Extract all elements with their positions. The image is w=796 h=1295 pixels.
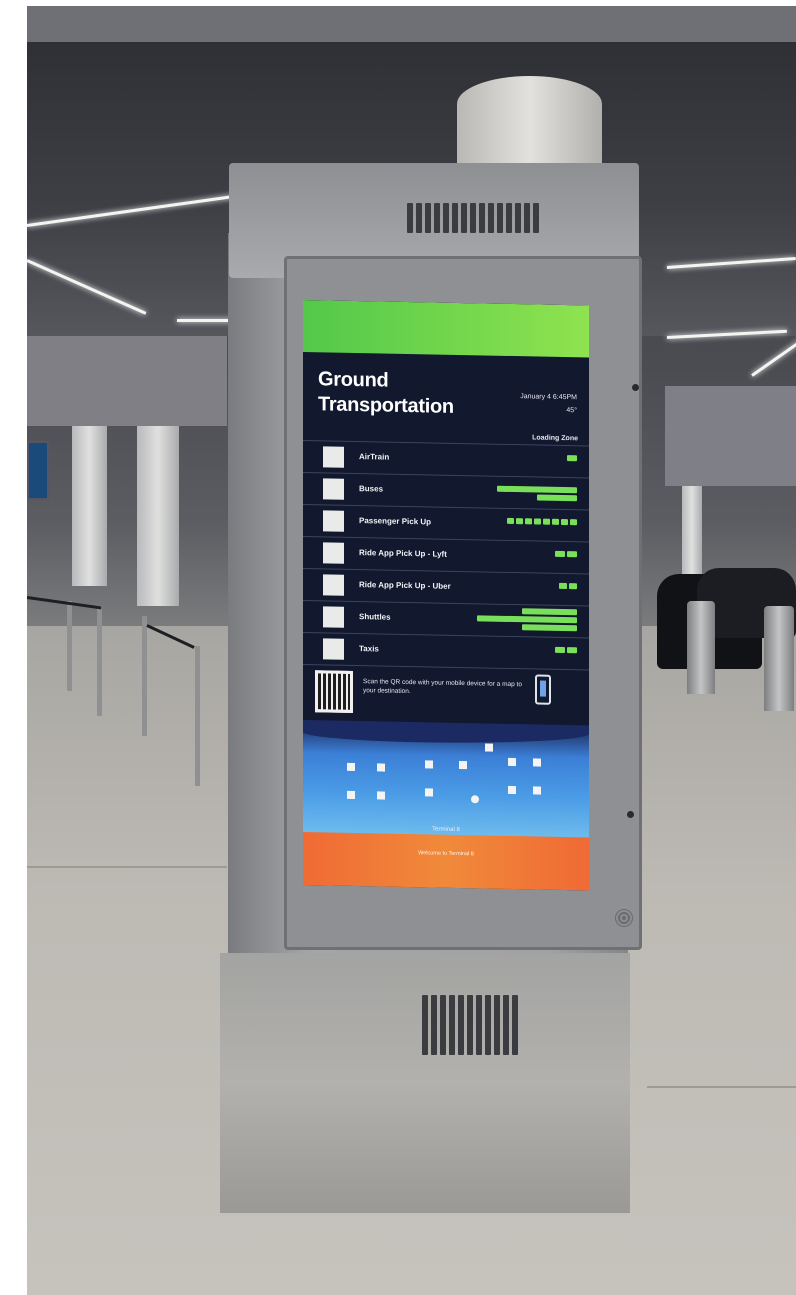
pillar: [137, 426, 179, 606]
zone-indicator: [567, 455, 577, 462]
row-label: Ride App Pick Up - Uber: [359, 580, 451, 591]
sensor-dot: [632, 384, 639, 391]
qr-section: Scan the QR code with your mobile device…: [313, 670, 579, 723]
zone-indicator: [507, 517, 577, 526]
zone-indicator: [497, 485, 577, 502]
map-marker: [425, 788, 433, 797]
screen-footer-bar: [303, 832, 589, 891]
loading-zone-header: Loading Zone: [532, 434, 578, 443]
row-label: Buses: [359, 484, 384, 494]
zone-indicator: [555, 646, 577, 654]
airtrain-icon: [323, 446, 344, 468]
map-marker: [377, 791, 385, 800]
map-marker: [347, 762, 355, 771]
floor-seam: [27, 866, 227, 868]
stanchion-post: [67, 601, 72, 691]
zone-indicator: [555, 550, 577, 558]
kiosk-screen[interactable]: Ground Transportation January 4 6:45PM 4…: [303, 300, 589, 891]
stanchion-post: [142, 616, 147, 736]
pillar: [72, 426, 107, 586]
date-text: January 4 6:45PM: [520, 393, 577, 402]
map-marker: [347, 790, 355, 799]
vent-grille: [422, 995, 518, 1055]
row-label: Taxis: [359, 644, 379, 654]
ceiling-light: [751, 339, 796, 377]
uber-icon: [323, 574, 344, 596]
map-marker: [425, 760, 433, 769]
car-icon: [323, 510, 344, 532]
map-marker: [485, 743, 493, 752]
pillar: [682, 486, 702, 576]
map-marker: [459, 760, 467, 770]
date-time: January 4 6:45PM 45°: [520, 390, 577, 417]
speaker-grille: [615, 909, 633, 927]
map-roadway: [303, 720, 589, 746]
screen-header-bar: [303, 300, 589, 358]
overpass: [27, 336, 227, 426]
qr-code[interactable]: [315, 670, 353, 713]
shuttle-icon: [323, 606, 344, 628]
qr-prompt: Scan the QR code with your mobile device…: [363, 678, 522, 696]
map-marker: [508, 757, 516, 767]
screen-title: Ground Transportation: [318, 367, 454, 420]
vent-grille: [407, 203, 539, 233]
ceiling-beam: [27, 6, 796, 42]
transport-list: AirTrain Buses Passenger Pick Up Ride Ap…: [303, 440, 589, 671]
row-label: Ride App Pick Up - Lyft: [359, 548, 447, 559]
row-label: AirTrain: [359, 452, 390, 462]
bollard: [687, 601, 715, 694]
bus-icon: [323, 478, 344, 500]
zone-indicator: [477, 607, 577, 632]
sensor-dot: [627, 811, 634, 818]
title-line-1: Ground: [318, 368, 389, 392]
floor-seam: [647, 1086, 796, 1088]
row-label: Shuttles: [359, 612, 391, 622]
you-are-here-icon: [471, 795, 479, 804]
title-line-2: Transportation: [318, 393, 454, 418]
zone-indicator: [559, 582, 577, 590]
map-marker: [533, 786, 541, 795]
map-marker: [377, 763, 385, 772]
list-item[interactable]: Taxis: [303, 632, 589, 671]
stanchion-tape: [27, 596, 102, 610]
map-marker: [508, 785, 516, 795]
temperature-text: 45°: [566, 407, 577, 415]
phone-icon: [535, 674, 551, 705]
map-marker: [533, 758, 541, 767]
bollard: [764, 606, 794, 711]
taxi-icon: [323, 638, 344, 660]
kiosk-base: [220, 953, 630, 1213]
stanchion-post: [97, 606, 102, 716]
overpass: [665, 386, 796, 486]
distant-sign: [27, 441, 49, 500]
row-label: Passenger Pick Up: [359, 516, 432, 527]
lyft-icon: [323, 542, 344, 564]
